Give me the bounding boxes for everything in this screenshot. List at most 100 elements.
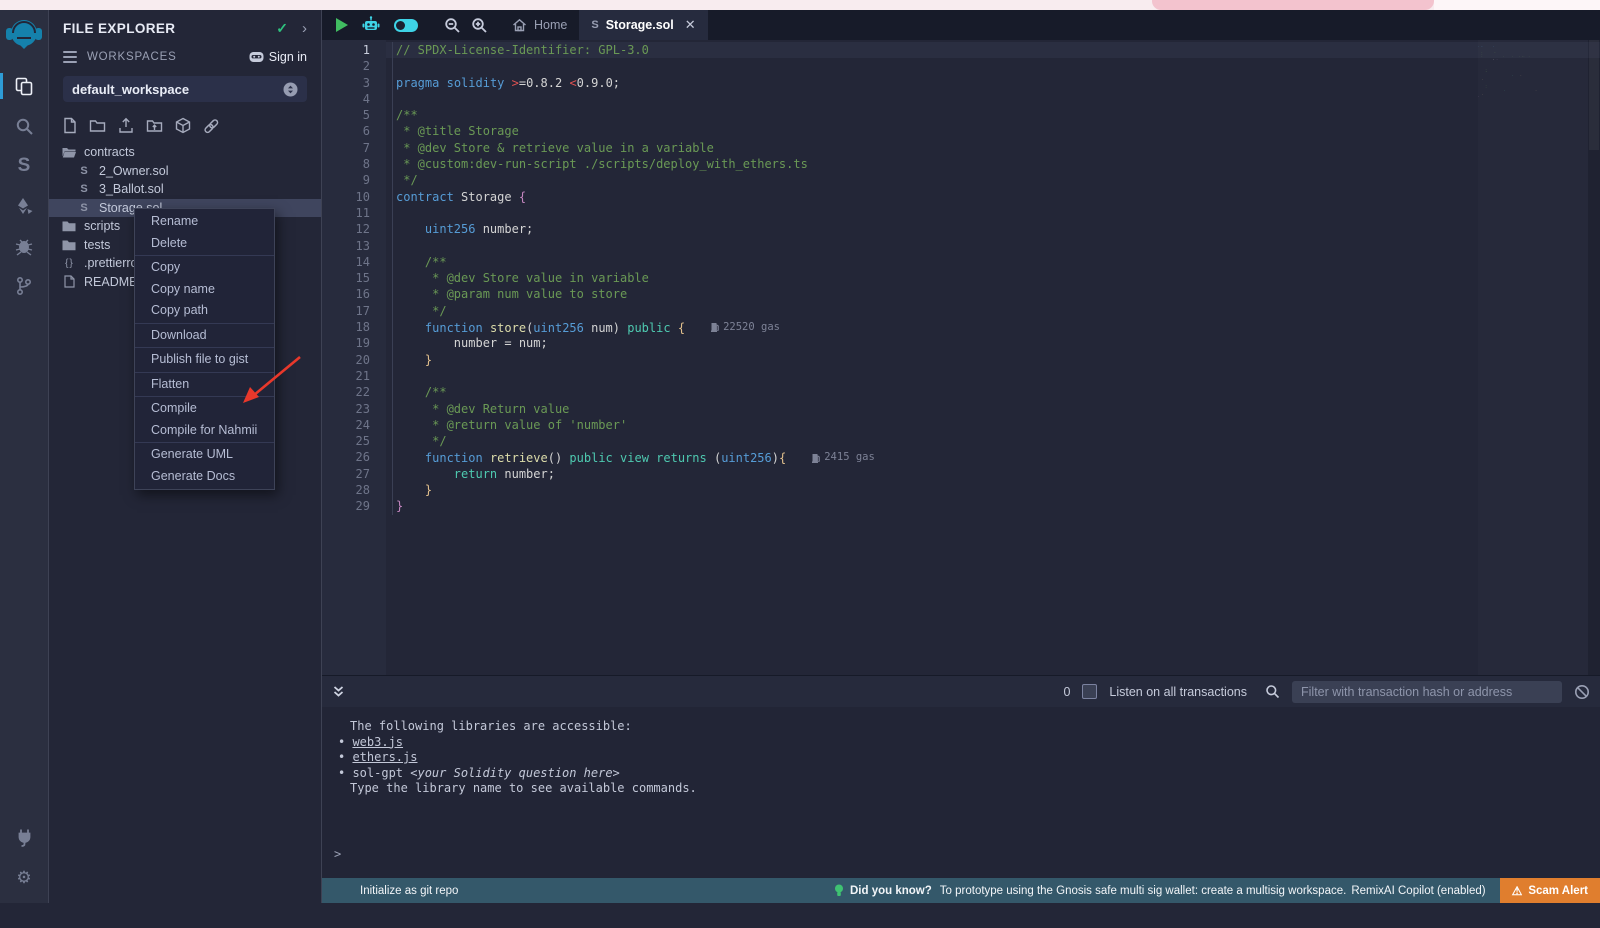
code-line[interactable]: * @dev Store & retrieve value in a varia… [386, 140, 1600, 156]
code-line[interactable]: /** [386, 107, 1600, 123]
workspace-dropdown-icon[interactable] [283, 82, 298, 97]
code-pane[interactable]: // SPDX-License-Identifier: GPL-3.0 pragm… [386, 40, 1600, 675]
code-line[interactable]: /** [386, 254, 1600, 270]
new-file-icon[interactable] [63, 117, 77, 134]
code-line[interactable] [386, 238, 1600, 254]
workspace-select[interactable]: default_workspace [63, 76, 307, 102]
listen-checkbox[interactable] [1082, 684, 1097, 699]
double-chevron-down-icon[interactable] [332, 685, 345, 698]
tree-item-3-ballot-sol[interactable]: S3_Ballot.sol [49, 180, 321, 199]
scam-alert-button[interactable]: ⚠ Scam Alert [1500, 878, 1600, 903]
menu-item-copy-path[interactable]: Copy path [135, 300, 274, 322]
code-line[interactable]: number = num; [386, 335, 1600, 351]
tree-item-2-owner-sol[interactable]: S2_Owner.sol [49, 162, 321, 181]
tree-item-contracts[interactable]: contracts [49, 143, 321, 162]
code-line[interactable]: * @custom:dev-run-script ./scripts/deplo… [386, 156, 1600, 172]
code-line[interactable]: uint256 number; [386, 221, 1600, 237]
menu-divider [135, 255, 274, 256]
sidebar-item-debugger[interactable] [0, 226, 48, 266]
code-token: * @return value of 'number' [425, 418, 627, 432]
bullet-glyph: • [338, 735, 352, 749]
code-line[interactable]: */ [386, 433, 1600, 449]
sidebar-item-deploy-run[interactable] [0, 186, 48, 226]
tab-close-icon[interactable]: ✕ [685, 17, 696, 33]
code-token: return [454, 467, 497, 481]
menu-item-delete[interactable]: Delete [135, 233, 274, 255]
search-icon[interactable] [1265, 684, 1280, 699]
tab-storage-sol[interactable]: S Storage.sol ✕ [579, 10, 707, 40]
sidebar-item-solidity-compiler[interactable]: S [0, 146, 48, 186]
sidebar-item-plugin-manager[interactable] [0, 817, 48, 857]
git-init-link[interactable]: Initialize as git repo [360, 885, 458, 897]
code-line[interactable] [386, 91, 1600, 107]
link-icon[interactable] [203, 118, 220, 134]
terminal-prompt[interactable]: > [334, 847, 341, 863]
gas-estimate-text: 2415 gas [824, 449, 875, 465]
code-line[interactable]: } [386, 498, 1600, 514]
clear-console-icon[interactable] [1574, 684, 1590, 700]
menu-item-compile-for-nahmii[interactable]: Compile for Nahmii [135, 420, 274, 442]
menu-item-compile[interactable]: Compile [135, 398, 274, 420]
code-line[interactable]: */ [386, 172, 1600, 188]
code-line[interactable] [386, 205, 1600, 221]
upload-folder-icon[interactable] [146, 118, 163, 133]
code-line[interactable]: * @dev Store value in variable [386, 270, 1600, 286]
menu-item-publish-file-to-gist[interactable]: Publish file to gist [135, 349, 274, 371]
hamburger-menu-icon[interactable] [63, 51, 77, 63]
code-line[interactable]: function store(uint256 num) public {2252… [386, 319, 1600, 335]
remix-logo-icon[interactable] [6, 18, 42, 52]
file-icon [62, 275, 76, 288]
line-number: 29 [322, 498, 386, 514]
code-line[interactable]: contract Storage { [386, 189, 1600, 205]
menu-item-generate-uml[interactable]: Generate UML [135, 444, 274, 466]
menu-item-generate-docs[interactable]: Generate Docs [135, 466, 274, 488]
code-line[interactable]: * @return value of 'number' [386, 417, 1600, 433]
code-editor[interactable]: 1234567891011121314151617181920212223242… [322, 40, 1600, 675]
code-line[interactable]: function retrieve() public view returns … [386, 449, 1600, 465]
ipfs-cube-icon[interactable] [175, 117, 191, 134]
code-line[interactable]: // SPDX-License-Identifier: GPL-3.0 [386, 42, 1600, 58]
code-line[interactable]: } [386, 482, 1600, 498]
editor-scrollbar[interactable] [1588, 40, 1600, 675]
zoom-out-icon[interactable] [444, 17, 461, 34]
run-script-play-icon[interactable] [336, 18, 348, 32]
new-folder-icon[interactable] [89, 118, 106, 133]
filter-input[interactable] [1292, 681, 1562, 703]
code-line[interactable]: * @param num value to store [386, 286, 1600, 302]
minimap[interactable]: // SPDX-License-Identifier: GPL-3.0pragm… [1478, 40, 1588, 675]
code-token [396, 287, 425, 301]
zoom-in-icon[interactable] [471, 17, 488, 34]
tab-home[interactable]: Home [500, 10, 579, 40]
code-line[interactable]: */ [386, 303, 1600, 319]
ai-robot-icon[interactable] [361, 16, 381, 34]
chevron-right-icon[interactable]: › [302, 20, 307, 37]
upload-file-icon[interactable] [118, 117, 134, 134]
sidebar-item-file-explorer[interactable] [0, 66, 48, 106]
line-number: 22 [322, 384, 386, 400]
copilot-toggle[interactable] [394, 19, 418, 32]
menu-item-download[interactable]: Download [135, 325, 274, 347]
menu-item-copy-name[interactable]: Copy name [135, 279, 274, 301]
code-line[interactable] [386, 58, 1600, 74]
minimap-token: /** [1478, 50, 1481, 51]
code-line[interactable]: /** [386, 384, 1600, 400]
code-line[interactable]: } [386, 352, 1600, 368]
code-line[interactable] [386, 368, 1600, 384]
terminal[interactable]: The following libraries are accessible:•… [322, 707, 1600, 878]
sidebar-item-git[interactable] [0, 266, 48, 306]
terminal-link[interactable]: web3.js [352, 735, 403, 749]
code-line[interactable]: * @dev Return value [386, 401, 1600, 417]
code-line[interactable]: pragma solidity >=0.8.2 <0.9.0; [386, 75, 1600, 91]
menu-item-rename[interactable]: Rename [135, 211, 274, 233]
sign-in-button[interactable]: Sign in [249, 50, 307, 64]
menu-item-copy[interactable]: Copy [135, 257, 274, 279]
terminal-link[interactable]: ethers.js [352, 750, 417, 764]
sidebar-item-search[interactable] [0, 106, 48, 146]
sidebar-item-settings[interactable]: ⚙ [0, 857, 48, 897]
code-line[interactable]: * @title Storage [386, 123, 1600, 139]
code-line[interactable]: return number; [386, 466, 1600, 482]
menu-item-flatten[interactable]: Flatten [135, 374, 274, 396]
copilot-status[interactable]: RemixAI Copilot (enabled) [1351, 885, 1485, 897]
line-number: 23 [322, 401, 386, 417]
checkmark-icon[interactable]: ✓ [276, 20, 288, 37]
